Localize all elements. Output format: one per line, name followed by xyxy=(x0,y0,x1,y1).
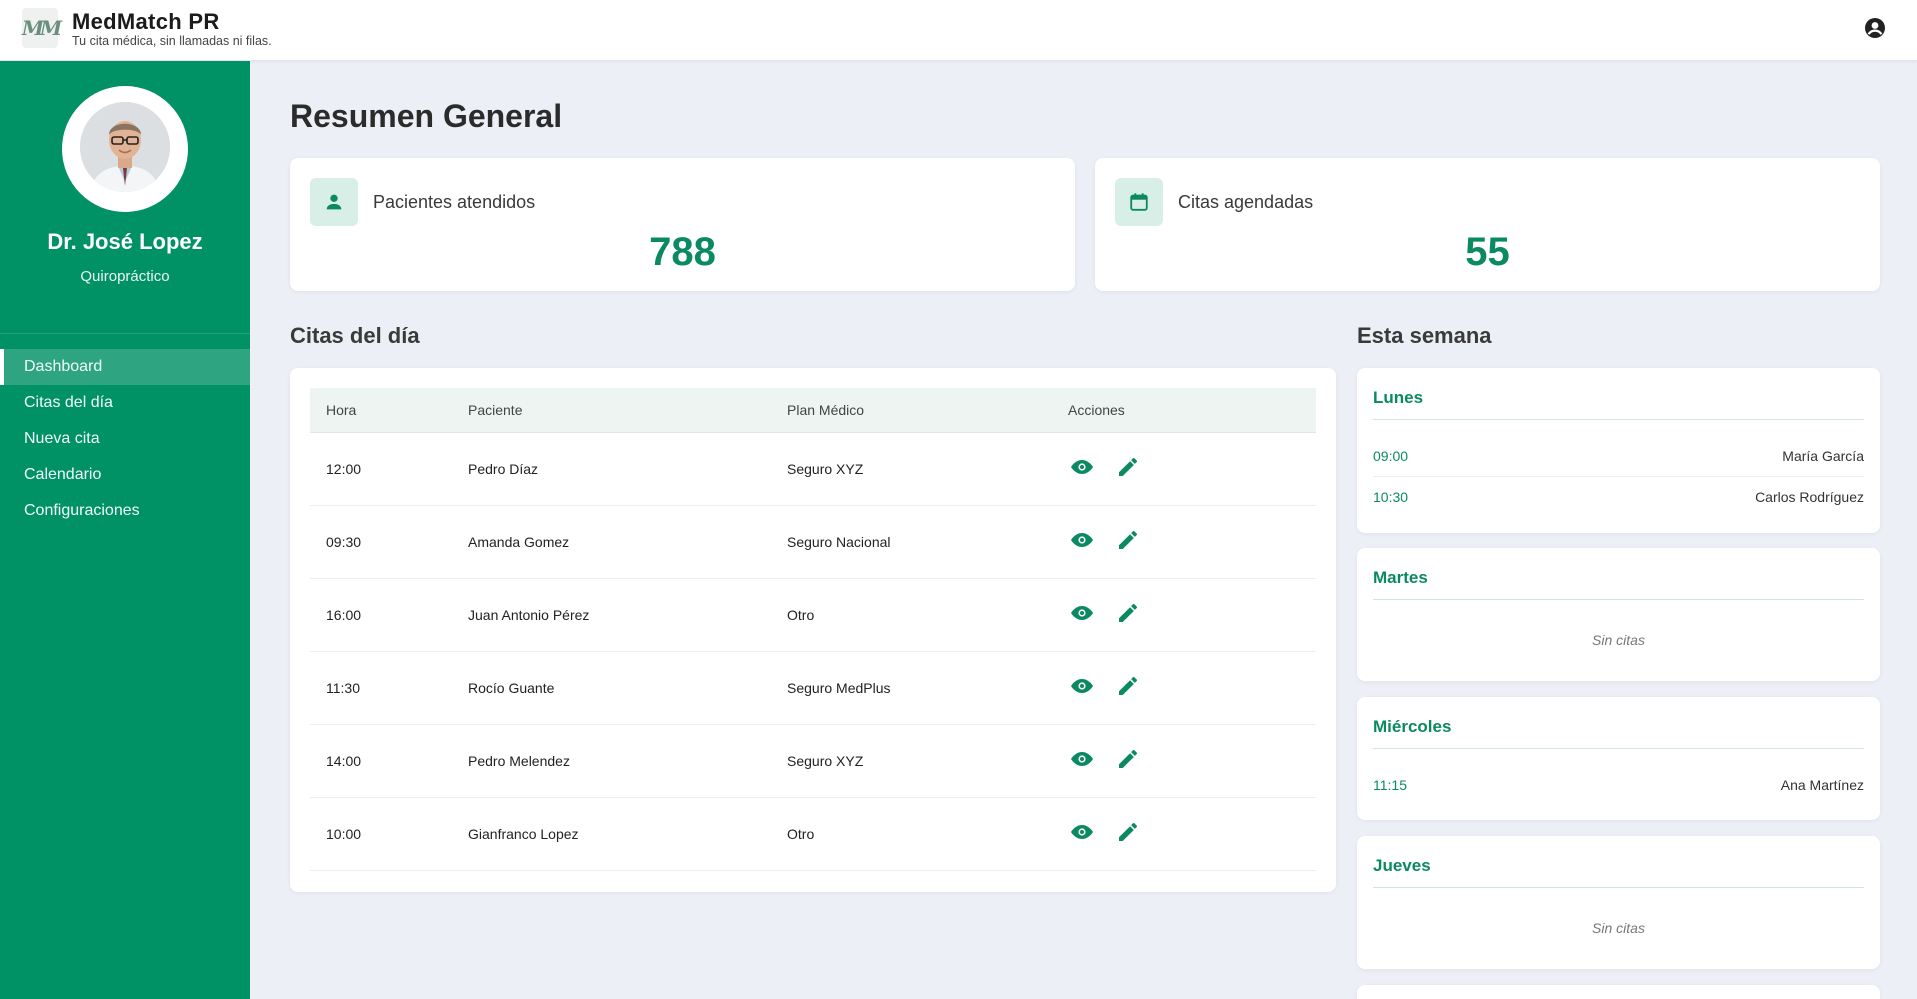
cell-plan: Seguro XYZ xyxy=(787,752,864,769)
day-divider xyxy=(1373,748,1864,749)
sidebar-nav: Dashboard Citas del día Nueva cita Calen… xyxy=(0,349,250,529)
eye-icon[interactable] xyxy=(1070,747,1094,771)
table-row: 16:00 Juan Antonio Pérez Otro xyxy=(310,578,1316,651)
calendar-icon xyxy=(1115,178,1163,226)
column-header-paciente: Paciente xyxy=(452,388,771,433)
appointment-time: 09:00 xyxy=(1373,448,1409,464)
sidebar-item-calendario[interactable]: Calendario xyxy=(0,457,250,493)
person-icon xyxy=(310,178,358,226)
pencil-icon[interactable] xyxy=(1116,455,1140,479)
day-card-viernes xyxy=(1357,985,1880,999)
column-header-plan: Plan Médico xyxy=(771,388,1052,433)
today-section-title: Citas del día xyxy=(290,323,420,348)
table-row: 10:00 Gianfranco Lopez Otro xyxy=(310,797,1316,870)
day-divider xyxy=(1373,887,1864,888)
day-divider xyxy=(1373,419,1864,420)
sidebar-item-citas-del-dia[interactable]: Citas del día xyxy=(0,385,250,421)
cell-patient: Amanda Gomez xyxy=(468,533,570,550)
table-row: 11:30 Rocío Guante Seguro MedPlus xyxy=(310,651,1316,724)
cell-plan: Otro xyxy=(787,825,815,842)
cell-time: 16:00 xyxy=(326,606,362,623)
today-appointments-card: Hora Paciente Plan Médico Acciones 12:00… xyxy=(290,368,1336,892)
table-header-row: Hora Paciente Plan Médico Acciones xyxy=(310,388,1316,433)
cell-time: 09:30 xyxy=(326,533,362,550)
avatar-frame xyxy=(62,86,188,212)
cell-plan: Otro xyxy=(787,606,815,623)
page-title: Resumen General xyxy=(290,98,563,134)
table-row: 14:00 Pedro Melendez Seguro XYZ xyxy=(310,724,1316,797)
sidebar-item-nueva-cita[interactable]: Nueva cita xyxy=(0,421,250,457)
app-title: MedMatch PR xyxy=(72,9,220,34)
stat-card-patients: Pacientes atendidos 788 xyxy=(290,158,1075,291)
cell-patient: Juan Antonio Pérez xyxy=(468,606,590,623)
column-header-acciones: Acciones xyxy=(1052,388,1316,433)
cell-patient: Rocío Guante xyxy=(468,679,555,696)
logo-text: MM xyxy=(21,16,62,40)
column-header-hora: Hora xyxy=(310,388,452,433)
pencil-icon[interactable] xyxy=(1116,747,1140,771)
pencil-icon[interactable] xyxy=(1116,820,1140,844)
day-card-lunes: Lunes 09:00 María García 10:30 Carlos Ro… xyxy=(1357,368,1880,533)
cell-patient: Pedro Díaz xyxy=(468,460,539,477)
sidebar-item-configuraciones[interactable]: Configuraciones xyxy=(0,493,250,529)
pencil-icon[interactable] xyxy=(1116,674,1140,698)
cell-plan: Seguro XYZ xyxy=(787,460,864,477)
eye-icon[interactable] xyxy=(1070,820,1094,844)
day-name: Jueves xyxy=(1373,856,1431,875)
list-item[interactable]: 09:00 María García xyxy=(1373,436,1864,476)
stat-label: Citas agendadas xyxy=(1178,192,1314,212)
eye-icon[interactable] xyxy=(1070,674,1094,698)
empty-state-text: Sin citas xyxy=(1592,632,1645,648)
doctor-name: Dr. José Lopez xyxy=(47,229,203,254)
cell-patient: Gianfranco Lopez xyxy=(468,825,579,842)
stat-value: 55 xyxy=(1465,230,1510,274)
table-row: 12:00 Pedro Díaz Seguro XYZ xyxy=(310,432,1316,505)
empty-state-text: Sin citas xyxy=(1592,920,1645,936)
top-bar: MM MedMatch PR Tu cita médica, sin llama… xyxy=(0,0,1917,61)
stat-value: 788 xyxy=(649,230,716,274)
appointments-table: Hora Paciente Plan Médico Acciones 12:00… xyxy=(310,388,1316,871)
sidebar: Dr. José Lopez Quiropráctico Dashboard C… xyxy=(0,61,250,999)
doctor-portrait-icon xyxy=(80,102,170,192)
cell-plan: Seguro MedPlus xyxy=(787,679,891,696)
pencil-icon[interactable] xyxy=(1116,601,1140,625)
table-row: 09:30 Amanda Gomez Seguro Nacional xyxy=(310,505,1316,578)
stat-label: Pacientes atendidos xyxy=(373,192,536,212)
cell-time: 10:00 xyxy=(326,825,362,842)
day-card-jueves: Jueves Sin citas xyxy=(1357,836,1880,969)
day-card-miercoles: Miércoles 11:15 Ana Martínez xyxy=(1357,697,1880,820)
appointment-patient: Carlos Rodríguez xyxy=(1755,488,1864,505)
appointment-time: 11:15 xyxy=(1373,777,1407,793)
cell-patient: Pedro Melendez xyxy=(468,752,570,769)
appointment-patient: María García xyxy=(1782,448,1864,464)
day-name: Lunes xyxy=(1373,388,1424,407)
list-item[interactable]: 11:15 Ana Martínez xyxy=(1373,765,1864,805)
appointment-patient: Ana Martínez xyxy=(1780,777,1864,793)
cell-time: 14:00 xyxy=(326,752,362,769)
pencil-icon[interactable] xyxy=(1116,528,1140,552)
day-name: Martes xyxy=(1373,568,1428,587)
app-logo[interactable]: MM xyxy=(21,8,62,48)
cell-plan: Seguro Nacional xyxy=(787,533,891,550)
account-circle-icon[interactable] xyxy=(1863,16,1887,40)
day-divider xyxy=(1373,599,1864,600)
cell-time: 12:00 xyxy=(326,460,362,477)
app-tagline: Tu cita médica, sin llamadas ni filas. xyxy=(72,34,272,48)
list-item[interactable]: 10:30 Carlos Rodríguez xyxy=(1373,476,1864,516)
day-name: Miércoles xyxy=(1373,717,1452,736)
cell-time: 11:30 xyxy=(326,679,360,696)
eye-icon[interactable] xyxy=(1070,528,1094,552)
avatar xyxy=(80,102,170,192)
appointment-time: 10:30 xyxy=(1373,488,1409,505)
sidebar-divider xyxy=(0,333,250,334)
doctor-specialty: Quiropráctico xyxy=(80,268,170,285)
sidebar-item-dashboard[interactable]: Dashboard xyxy=(0,349,250,385)
stat-card-appointments: Citas agendadas 55 xyxy=(1095,158,1880,291)
day-card-martes: Martes Sin citas xyxy=(1357,548,1880,681)
eye-icon[interactable] xyxy=(1070,601,1094,625)
eye-icon[interactable] xyxy=(1070,455,1094,479)
week-section-title: Esta semana xyxy=(1357,323,1492,348)
